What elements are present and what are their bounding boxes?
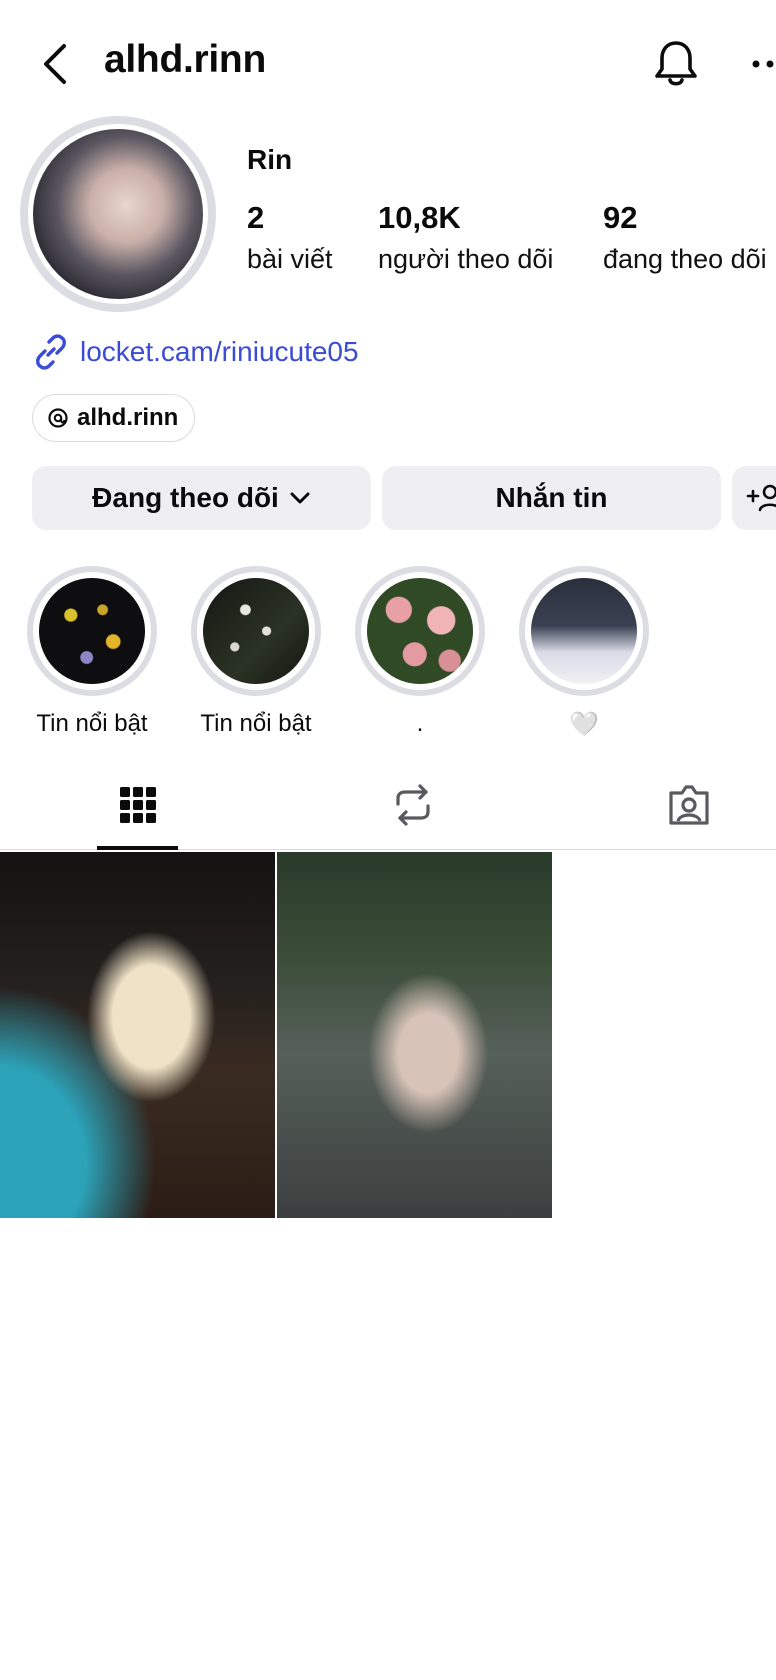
page-title: alhd.rinn [104,38,266,81]
following-count[interactable]: 92 đang theo dõi [603,200,767,275]
notifications-button[interactable] [652,38,700,90]
post-thumbnail[interactable] [0,852,275,1218]
repost-icon [396,784,430,826]
bio-link[interactable]: locket.cam/riniucute05 [32,330,359,374]
highlight-label: Tin nổi bật [200,710,312,737]
more-horizontal-icon [752,60,774,68]
avatar-ring[interactable] [20,116,216,312]
link-text: locket.cam/riniucute05 [80,336,359,367]
story-highlight[interactable]: Tin nổi bật [191,566,321,738]
profile-page: alhd.rinn Rin 2 bài viết 10,8K người the… [0,0,776,1680]
active-tab-indicator [97,846,178,850]
message-button[interactable]: Nhắn tin [382,466,721,530]
threads-handle: alhd.rinn [77,404,179,431]
tab-posts[interactable] [88,760,188,850]
highlight-label: . [416,710,424,737]
post-thumbnail[interactable] [277,852,552,1218]
stat-value: 92 [603,200,638,235]
stat-label: đang theo dõi [603,244,767,274]
stat-label: người theo dõi [378,244,554,274]
chevron-left-icon [44,44,66,84]
grid-icon [120,787,156,823]
tab-tagged[interactable] [639,760,739,850]
story-highlight[interactable]: . [355,566,485,738]
threads-badge[interactable]: alhd.rinn [32,394,196,442]
highlight-label: 🤍 [569,711,599,738]
profile-header: alhd.rinn [0,0,776,130]
chevron-down-icon [290,492,310,504]
story-highlight[interactable]: 🤍 [519,566,649,739]
following-label: Đang theo dõi [92,482,279,513]
display-name: Rin [247,144,293,175]
highlight-cover [203,578,309,684]
threads-icon [48,408,68,428]
add-user-icon [746,484,776,512]
bell-icon [655,41,697,86]
tab-reposts[interactable] [363,760,463,850]
more-options-button[interactable] [752,46,776,82]
posts-count[interactable]: 2 bài viết [247,200,333,275]
profile-tabs [0,760,776,850]
highlight-cover [531,578,637,684]
avatar [33,129,203,299]
story-highlight[interactable]: Tin nổi bật [27,566,157,738]
stat-value: 2 [247,200,265,235]
back-button[interactable] [36,40,76,88]
tagged-icon [669,785,709,825]
link-icon [36,334,66,370]
highlight-cover [39,578,145,684]
message-label: Nhắn tin [495,482,608,513]
highlight-cover [367,578,473,684]
highlight-label: Tin nổi bật [36,710,148,737]
following-button[interactable]: Đang theo dõi [32,466,371,530]
stat-value: 10,8K [378,200,461,235]
followers-count[interactable]: 10,8K người theo dõi [378,200,553,275]
add-user-button[interactable] [732,466,776,530]
stat-label: bài viết [247,244,333,274]
